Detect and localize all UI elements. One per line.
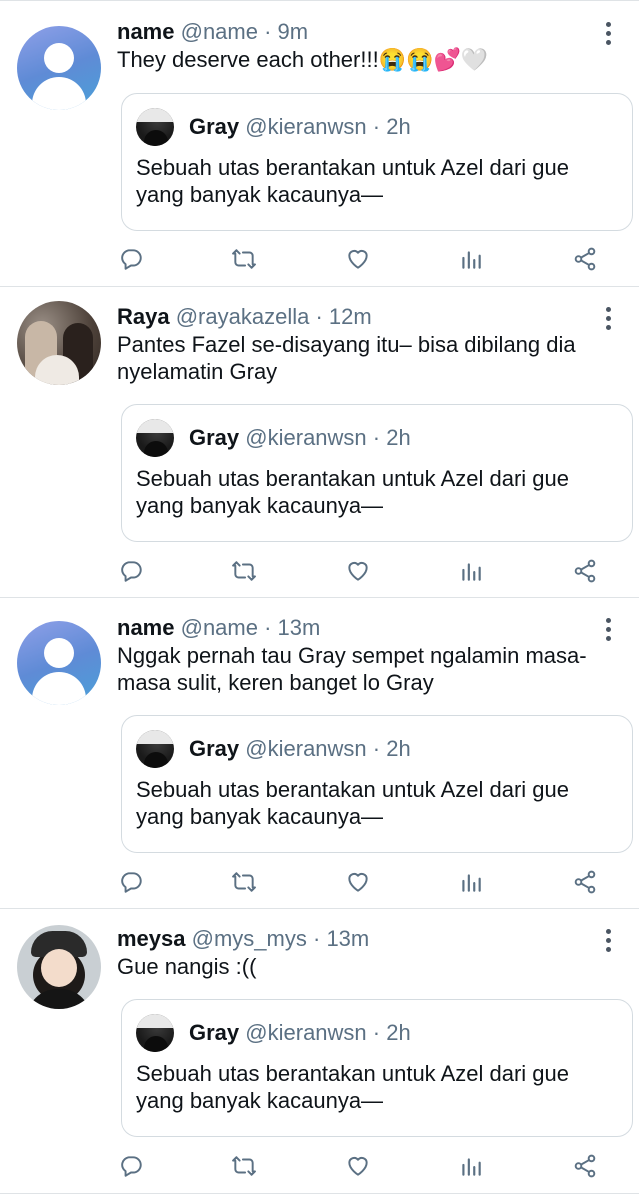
avatar[interactable] (17, 26, 101, 110)
quoted-avatar (136, 1014, 174, 1052)
tweet-text: Pantes Fazel se-disayang itu– bisa dibil… (117, 332, 576, 384)
reply-icon[interactable] (116, 867, 146, 897)
quoted-text: Sebuah utas berantakan untuk Azel dari g… (136, 1061, 569, 1113)
display-name[interactable]: Raya (117, 304, 170, 329)
quoted-tweet[interactable]: Gray @kieranwsn · 2h Sebuah utas beranta… (121, 999, 633, 1137)
tweet-header: name @name · 13m (117, 614, 320, 642)
action-bar (0, 1151, 639, 1181)
analytics-icon[interactable] (456, 244, 486, 274)
quoted-name: Gray (189, 114, 240, 139)
avatar[interactable] (17, 925, 101, 1009)
tweet-text: Nggak pernah tau Gray sempet ngalamin ma… (117, 643, 587, 695)
tweet[interactable]: name @name · 13m Nggak pernah tau Gray s… (0, 598, 639, 909)
share-icon[interactable] (570, 867, 600, 897)
divider (0, 0, 639, 1)
timestamp[interactable]: · 9m (264, 19, 308, 44)
display-name[interactable]: name (117, 615, 174, 640)
display-name[interactable]: name (117, 19, 174, 44)
handle[interactable]: @name (181, 19, 258, 44)
quoted-name: Gray (189, 1020, 240, 1045)
action-bar (0, 244, 639, 274)
quoted-text: Sebuah utas berantakan untuk Azel dari g… (136, 155, 569, 207)
tweet[interactable]: name @name · 9m They deserve each other!… (0, 0, 639, 287)
tweet-text: Gue nangis :(( (117, 954, 257, 979)
heart-icon[interactable] (343, 556, 373, 586)
more-vertical-icon[interactable] (604, 618, 612, 641)
retweet-icon[interactable] (229, 244, 259, 274)
handle[interactable]: @mys_mys (192, 926, 307, 951)
quoted-tweet[interactable]: Gray @kieranwsn · 2h Sebuah utas beranta… (121, 93, 633, 231)
quoted-time: · 2h (372, 736, 411, 761)
quoted-avatar (136, 108, 174, 146)
quoted-header: Gray @kieranwsn · 2h (189, 1019, 411, 1047)
tweet[interactable]: meysa @mys_mys · 13m Gue nangis :(( Gray… (0, 909, 639, 1194)
tweet-header: Raya @rayakazella · 12m (117, 303, 372, 331)
quoted-avatar (136, 730, 174, 768)
share-icon[interactable] (570, 1151, 600, 1181)
quoted-text: Sebuah utas berantakan untuk Azel dari g… (136, 777, 569, 829)
quoted-handle: @kieranwsn (245, 1020, 367, 1045)
handle[interactable]: @name (181, 615, 258, 640)
action-bar (0, 556, 639, 586)
timestamp[interactable]: · 12m (315, 304, 371, 329)
retweet-icon[interactable] (229, 867, 259, 897)
quoted-handle: @kieranwsn (245, 736, 367, 761)
heart-icon[interactable] (343, 244, 373, 274)
tweet-header: meysa @mys_mys · 13m (117, 925, 369, 953)
quoted-header: Gray @kieranwsn · 2h (189, 113, 411, 141)
avatar[interactable] (17, 621, 101, 705)
handle[interactable]: @rayakazella (176, 304, 310, 329)
reply-icon[interactable] (116, 1151, 146, 1181)
quoted-header: Gray @kieranwsn · 2h (189, 424, 411, 452)
quoted-name: Gray (189, 736, 240, 761)
quoted-time: · 2h (372, 1020, 411, 1045)
action-bar (0, 867, 639, 897)
quoted-handle: @kieranwsn (245, 114, 367, 139)
more-vertical-icon[interactable] (604, 22, 612, 45)
share-icon[interactable] (570, 244, 600, 274)
timestamp[interactable]: · 13m (264, 615, 320, 640)
heart-icon[interactable] (343, 867, 373, 897)
analytics-icon[interactable] (456, 556, 486, 586)
tweet-text: They deserve each other!!!😭😭💕🤍 (117, 47, 489, 72)
quoted-name: Gray (189, 425, 240, 450)
retweet-icon[interactable] (229, 1151, 259, 1181)
quoted-tweet[interactable]: Gray @kieranwsn · 2h Sebuah utas beranta… (121, 404, 633, 542)
reply-icon[interactable] (116, 244, 146, 274)
display-name[interactable]: meysa (117, 926, 186, 951)
heart-icon[interactable] (343, 1151, 373, 1181)
quoted-text: Sebuah utas berantakan untuk Azel dari g… (136, 466, 569, 518)
tweet-header: name @name · 9m (117, 18, 308, 46)
quoted-tweet[interactable]: Gray @kieranwsn · 2h Sebuah utas beranta… (121, 715, 633, 853)
quoted-header: Gray @kieranwsn · 2h (189, 735, 411, 763)
quoted-avatar (136, 419, 174, 457)
quoted-time: · 2h (372, 425, 411, 450)
reply-icon[interactable] (116, 556, 146, 586)
analytics-icon[interactable] (456, 867, 486, 897)
more-vertical-icon[interactable] (604, 307, 612, 330)
quoted-handle: @kieranwsn (245, 425, 367, 450)
analytics-icon[interactable] (456, 1151, 486, 1181)
quoted-time: · 2h (372, 114, 411, 139)
retweet-icon[interactable] (229, 556, 259, 586)
share-icon[interactable] (570, 556, 600, 586)
tweet[interactable]: Raya @rayakazella · 12m Pantes Fazel se-… (0, 287, 639, 598)
timestamp[interactable]: · 13m (313, 926, 369, 951)
more-vertical-icon[interactable] (604, 929, 612, 952)
avatar[interactable] (17, 301, 101, 385)
